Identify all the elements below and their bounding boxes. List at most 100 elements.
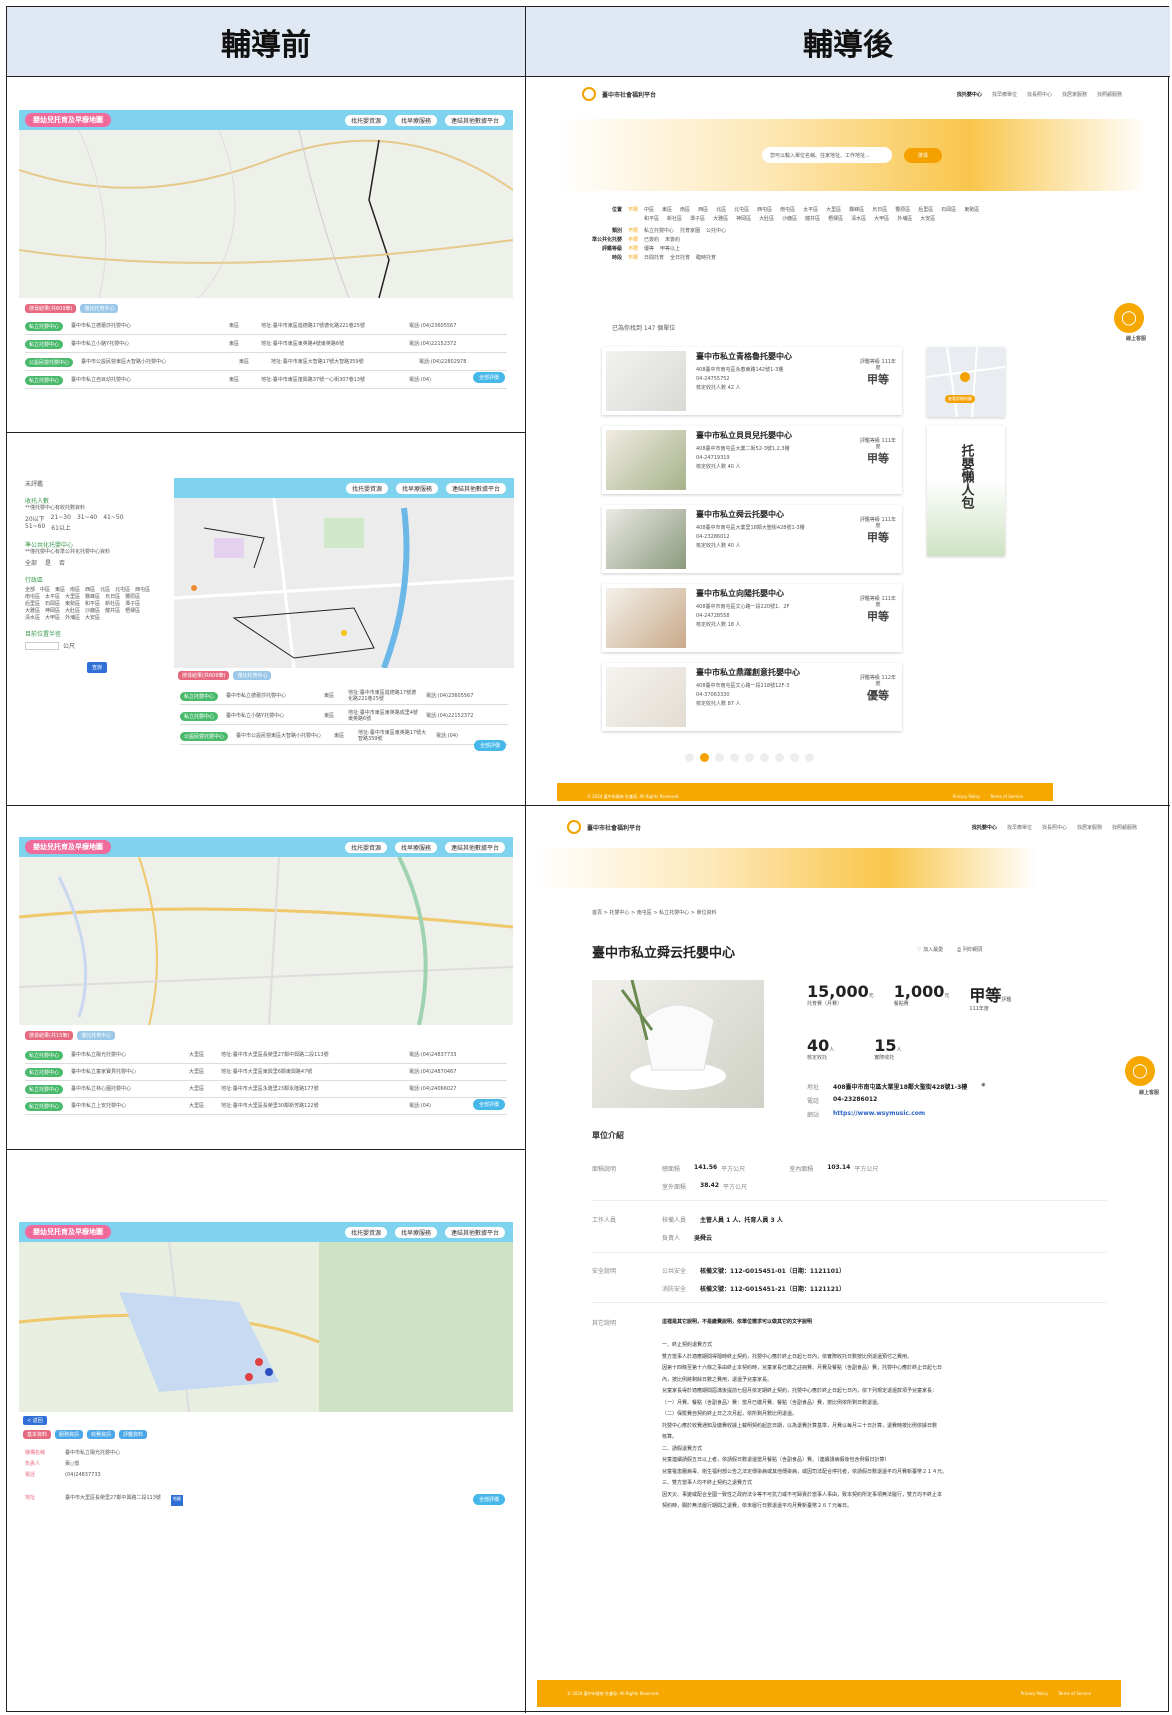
find-childcare-button[interactable]: 找托嬰資源 — [344, 1226, 387, 1238]
district-option[interactable]: 外埔區 — [65, 615, 80, 621]
result-card[interactable]: 臺中市私立鼎躍創意托嬰中心 408臺中市南屯區文心路一段218號12F-3 04… — [602, 663, 902, 731]
district-option[interactable]: 清水區 — [25, 615, 40, 621]
platform-select[interactable]: 連結其他數據平台 — [444, 1226, 505, 1238]
district-option[interactable]: 和平區 — [85, 601, 100, 607]
query-button[interactable]: 查詢 — [87, 662, 108, 673]
district-option[interactable]: 中區 — [644, 207, 654, 213]
reset-tab[interactable]: 僅比托育中心 — [77, 1031, 116, 1040]
filter-all-option[interactable]: 不限 — [628, 228, 638, 234]
district-option[interactable]: 大安區 — [920, 216, 935, 222]
location-icon[interactable]: ◉ — [981, 1082, 985, 1096]
result-card[interactable]: 臺中市私立青格魯托嬰中心 408臺中市南屯區永春東路142號1-3樓 04-24… — [602, 347, 902, 415]
nav-item[interactable]: 找早療單位 — [992, 91, 1017, 98]
table-row[interactable]: 私立托嬰中心 臺中市私立德蕾莎托嬰中心 東區 地址:臺中市東區進德路17號德化路221… — [25, 318, 507, 335]
find-childcare-button[interactable]: 找托嬰資源 — [345, 482, 388, 494]
public-option[interactable]: 是 — [45, 558, 51, 567]
page-dot[interactable] — [805, 753, 814, 762]
district-option[interactable]: 潭子區 — [690, 216, 705, 222]
card-title[interactable]: 臺中市私立青格魯托嬰中心 — [696, 351, 848, 362]
rating-chip[interactable]: 全部評價 — [472, 1494, 505, 1505]
nav-item[interactable]: 找照顧服務 — [1097, 91, 1122, 98]
district-option[interactable]: 后里區 — [918, 207, 933, 213]
card-title[interactable]: 臺中市私立舜云托嬰中心 — [696, 509, 848, 520]
district-option[interactable]: 新社區 — [667, 216, 682, 222]
district-option[interactable]: 豐原區 — [895, 207, 910, 213]
district-option[interactable]: 東勢區 — [964, 207, 979, 213]
page-dot[interactable] — [730, 753, 739, 762]
district-option[interactable]: 石岡區 — [941, 207, 956, 213]
capacity-option[interactable]: 21~30 — [51, 514, 71, 523]
brand-name[interactable]: 臺中市社會福利平台 — [602, 90, 656, 99]
district-option[interactable]: 東區 — [55, 587, 65, 593]
district-option[interactable]: 南區 — [70, 587, 80, 593]
search-button[interactable]: 搜尋 — [903, 147, 942, 163]
old-map-logo[interactable]: 嬰幼兒托育及早療地圖 — [25, 1225, 111, 1239]
page-dot[interactable] — [685, 753, 694, 762]
district-option[interactable]: 大里區 — [65, 594, 80, 600]
reset-tab[interactable]: 僅比托育中心 — [233, 671, 272, 680]
district-option[interactable]: 沙鹿區 — [85, 608, 100, 614]
brand-logo-icon[interactable] — [567, 820, 581, 834]
filter-all-option[interactable]: 不限 — [628, 246, 638, 252]
district-option[interactable]: 大甲區 — [874, 216, 889, 222]
old-map-logo[interactable]: 嬰幼兒托育及早療地圖 — [25, 840, 111, 854]
map-area[interactable] — [174, 497, 514, 670]
district-option[interactable]: 西屯區 — [135, 587, 150, 593]
nav-item[interactable]: 找早療單位 — [1007, 824, 1032, 831]
district-option[interactable]: 烏日區 — [872, 207, 887, 213]
page-dot[interactable] — [745, 753, 754, 762]
page-dot[interactable] — [700, 753, 709, 762]
district-option[interactable]: 霧峰區 — [849, 207, 864, 213]
capacity-option[interactable]: 41~50 — [103, 514, 123, 523]
chat-label[interactable]: 線上客服 — [1139, 1090, 1159, 1096]
search-input[interactable]: 您可以輸入單位名稱、住家地址、工作地址... — [761, 147, 892, 163]
page-dot[interactable] — [760, 753, 769, 762]
view-map-button[interactable]: 查看詳細地圖 — [945, 395, 975, 403]
result-card[interactable]: 臺中市私立貝貝兒托嬰中心 408臺中市南屯區大業二街52-3號1,2,3樓 04… — [602, 426, 902, 494]
card-title[interactable]: 臺中市私立貝貝兒托嬰中心 — [696, 430, 848, 441]
find-early-button[interactable]: 找早療服務 — [394, 114, 437, 126]
nav-item[interactable]: 找長照中心 — [1027, 91, 1052, 98]
platform-select[interactable]: 連結其他數據平台 — [444, 841, 505, 853]
public-option[interactable]: 否 — [59, 558, 65, 567]
type-option[interactable]: 托育家園 — [680, 228, 700, 234]
public-option[interactable]: 未簽約 — [665, 237, 680, 243]
filter-all-option[interactable]: 不限 — [628, 255, 638, 261]
district-option[interactable]: 梧棲區 — [125, 608, 140, 614]
results-tab[interactable]: 搜尋結果(共15筆) — [25, 1031, 74, 1040]
radius-input[interactable] — [25, 641, 59, 650]
table-row[interactable]: 私立托嬰中心 臺中市私立德蕾莎托嬰中心 東區 地址:臺中市東區進德路17號德化路221… — [180, 688, 508, 705]
unrated-option[interactable]: 未評鑑 — [25, 479, 165, 488]
card-title[interactable]: 臺中市私立向陽托嬰中心 — [696, 588, 848, 599]
district-option[interactable]: 梧棲區 — [828, 216, 843, 222]
district-option[interactable]: 太平區 — [45, 594, 60, 600]
table-row[interactable]: 私立托嬰中心 臺中市私立童家寶貝托嬰中心 大里區 地址:臺中市大里區東興里6鄰東興路4… — [25, 1064, 507, 1081]
time-option[interactable]: 臨時托育 — [696, 255, 716, 261]
find-early-button[interactable]: 找早療服務 — [394, 841, 437, 853]
district-option[interactable]: 東勢區 — [65, 601, 80, 607]
district-option[interactable]: 龍井區 — [105, 608, 120, 614]
table-row[interactable]: 私立托嬰中心 臺中市私立小駱Y托嬰中心 東區 地址:臺中市東區東英路成里4號東英路6號… — [180, 708, 508, 725]
capacity-option[interactable]: 61以上 — [51, 523, 71, 532]
district-option[interactable]: 大肚區 — [65, 608, 80, 614]
results-tab[interactable]: 搜尋結果(共609筆) — [25, 304, 77, 313]
result-card[interactable]: 臺中市私立舜云托嬰中心 408臺中市南屯區大業里18鄰大聖街428號1-3樓 0… — [602, 505, 902, 573]
rating-chip[interactable]: 全部評價 — [472, 1099, 505, 1110]
rating-chip[interactable]: 全部評價 — [472, 372, 505, 383]
footer-terms-link[interactable]: Terms of Service — [1058, 1691, 1091, 1696]
district-option[interactable]: 龍井區 — [805, 216, 820, 222]
find-early-button[interactable]: 找早療服務 — [395, 482, 438, 494]
nav-item[interactable]: 找托嬰中心 — [972, 824, 997, 831]
footer-privacy-link[interactable]: Privacy Policy — [953, 794, 980, 799]
page-dot[interactable] — [790, 753, 799, 762]
results-tab[interactable]: 搜尋結果(共609筆) — [178, 671, 230, 680]
tab-rating[interactable]: 評鑑資料 — [119, 1430, 148, 1439]
district-option[interactable]: 北區 — [716, 207, 726, 213]
district-option[interactable]: 和平區 — [644, 216, 659, 222]
district-option[interactable]: 新社區 — [105, 601, 120, 607]
chat-icon[interactable]: ◯ — [1114, 303, 1144, 333]
table-row[interactable]: 私立托嬰中心 臺中市私立陽光托嬰中心 大里區 地址:臺中市大里區長榮里27鄰中興路二段… — [25, 1047, 507, 1064]
district-option[interactable]: 烏日區 — [105, 594, 120, 600]
footer-terms-link[interactable]: Terms of Service — [990, 794, 1023, 799]
back-button[interactable]: < 返回 — [23, 1416, 47, 1425]
